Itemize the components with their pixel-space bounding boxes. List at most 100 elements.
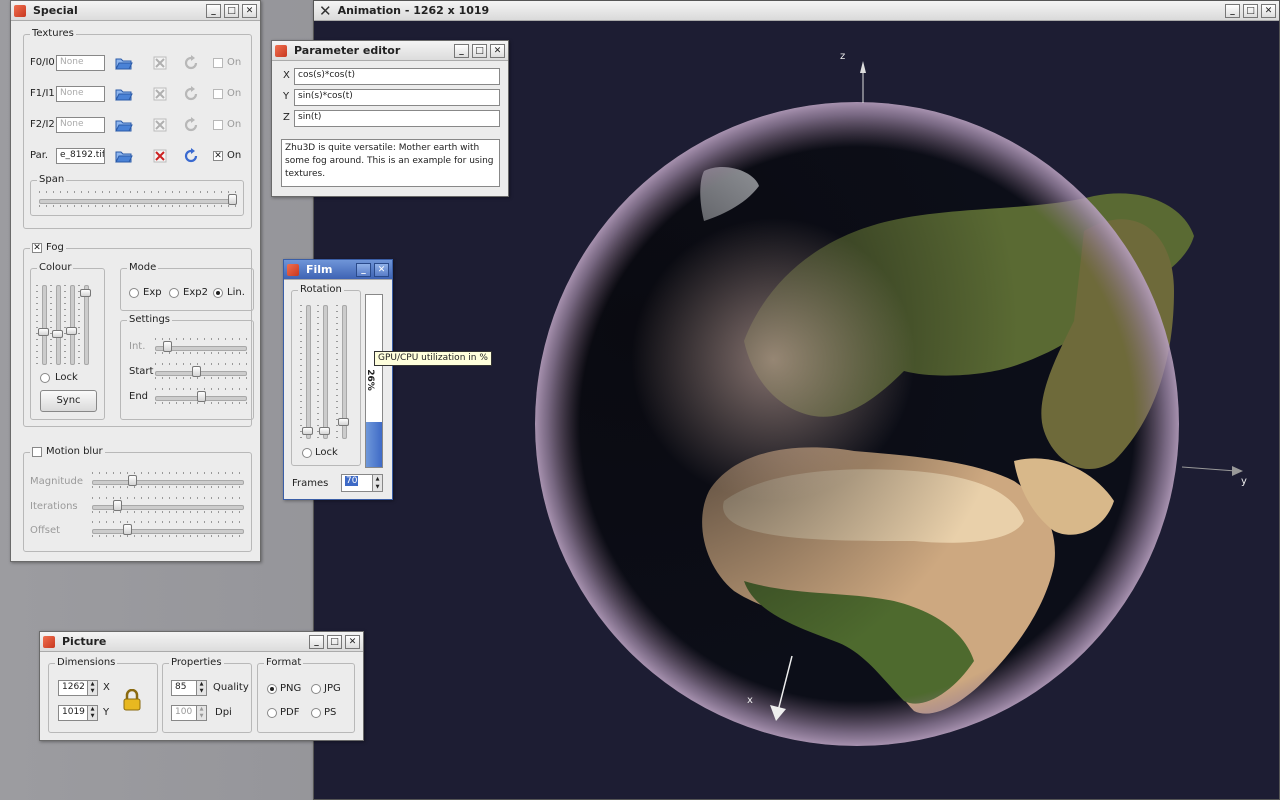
- texture-on-checkbox[interactable]: [213, 89, 223, 99]
- film-titlebar[interactable]: Film _ ✕: [284, 260, 392, 280]
- format-jpg-label: JPG: [324, 683, 341, 694]
- iterations-slider[interactable]: [92, 497, 244, 513]
- minimize-button[interactable]: _: [206, 3, 221, 18]
- texture-file-field[interactable]: None: [56, 55, 105, 71]
- texture-on-checkbox[interactable]: [213, 120, 223, 130]
- format-group: Format PNG JPG PDF PS: [257, 657, 355, 733]
- folder-open-icon[interactable]: [115, 56, 133, 70]
- minimize-button[interactable]: _: [1225, 3, 1240, 18]
- span-slider-knob[interactable]: [228, 194, 237, 205]
- format-png-radio[interactable]: [267, 684, 277, 694]
- y-param-field[interactable]: sin(s)*cos(t): [294, 89, 500, 106]
- colour-slider[interactable]: [50, 285, 64, 365]
- texture-on-checkbox[interactable]: [213, 58, 223, 68]
- rotation-slider-knob[interactable]: [319, 427, 330, 436]
- colour-slider-knob[interactable]: [66, 326, 77, 335]
- quality-spinbox[interactable]: 85 ▲ ▼: [171, 680, 207, 696]
- colour-slider-knob[interactable]: [38, 328, 49, 337]
- colour-slider-knob[interactable]: [80, 288, 91, 297]
- end-slider[interactable]: [155, 388, 247, 404]
- folder-open-icon[interactable]: [115, 118, 133, 132]
- iterations-slider-knob[interactable]: [113, 500, 123, 511]
- z-param-field[interactable]: sin(t): [294, 110, 500, 127]
- end-slider-knob[interactable]: [196, 391, 206, 402]
- reload-icon[interactable]: [182, 117, 200, 132]
- motion-blur-checkbox[interactable]: [32, 446, 42, 457]
- iterations-label: Iterations: [30, 501, 78, 512]
- rotation-lock-radio[interactable]: [302, 448, 312, 458]
- colour-slider[interactable]: [78, 285, 92, 365]
- close-button[interactable]: ✕: [242, 3, 257, 18]
- picture-titlebar[interactable]: Picture _ □ ✕: [40, 632, 363, 652]
- int-slider[interactable]: [155, 338, 247, 354]
- texture-on-checkbox[interactable]: ✕: [213, 151, 223, 161]
- folder-open-icon[interactable]: [115, 87, 133, 101]
- x-param-field[interactable]: cos(s)*cos(t): [294, 68, 500, 85]
- clear-texture-icon[interactable]: [151, 118, 169, 132]
- special-titlebar[interactable]: Special _ □ ✕: [11, 1, 260, 21]
- magnitude-slider-knob[interactable]: [127, 475, 137, 486]
- mode-exp-radio[interactable]: [129, 288, 139, 298]
- close-button[interactable]: ✕: [490, 43, 505, 58]
- dpi-spinbox[interactable]: 100 ▲ ▼: [171, 705, 207, 721]
- parameter-editor-titlebar[interactable]: Parameter editor _ □ ✕: [272, 41, 508, 61]
- maximize-button[interactable]: □: [472, 43, 487, 58]
- texture-file-field[interactable]: None: [56, 117, 105, 133]
- int-slider-knob[interactable]: [163, 341, 173, 352]
- rotation-slider[interactable]: [317, 305, 331, 439]
- height-stepper[interactable]: ▲ ▼: [87, 705, 98, 721]
- span-slider[interactable]: [39, 191, 237, 207]
- texture-file-field[interactable]: e_8192.tif: [56, 148, 105, 164]
- clear-texture-icon[interactable]: [151, 149, 169, 163]
- reload-icon[interactable]: [182, 55, 200, 70]
- sync-button[interactable]: Sync: [40, 390, 97, 412]
- maximize-button[interactable]: □: [327, 634, 342, 649]
- quality-stepper[interactable]: ▲ ▼: [196, 680, 207, 696]
- maximize-button[interactable]: □: [224, 3, 239, 18]
- reload-icon[interactable]: [182, 86, 200, 101]
- reload-icon[interactable]: [182, 148, 200, 163]
- description-text[interactable]: Zhu3D is quite versatile: Mother earth w…: [281, 139, 500, 187]
- rotation-slider[interactable]: [300, 305, 314, 439]
- rotation-slider-knob[interactable]: [302, 427, 313, 436]
- offset-slider[interactable]: [92, 521, 244, 537]
- frames-stepper[interactable]: ▲ ▼: [372, 474, 383, 492]
- frames-spinbox[interactable]: 70 ▲ ▼: [341, 474, 383, 492]
- close-button[interactable]: ✕: [374, 262, 389, 277]
- mode-lin-radio[interactable]: [213, 288, 223, 298]
- format-ps-radio[interactable]: [311, 708, 321, 718]
- minimize-button[interactable]: _: [454, 43, 469, 58]
- offset-slider-knob[interactable]: [123, 524, 133, 535]
- clear-texture-icon[interactable]: [151, 56, 169, 70]
- colour-slider[interactable]: [36, 285, 50, 365]
- format-pdf-radio[interactable]: [267, 708, 277, 718]
- height-spinbox[interactable]: 1019 ▲ ▼: [58, 705, 98, 721]
- width-spinbox[interactable]: 1262 ▲ ▼: [58, 680, 98, 696]
- rotation-slider-knob[interactable]: [338, 418, 349, 427]
- width-stepper[interactable]: ▲ ▼: [87, 680, 98, 696]
- colour-slider-knob[interactable]: [52, 329, 63, 338]
- clear-texture-icon[interactable]: [151, 87, 169, 101]
- close-button[interactable]: ✕: [345, 634, 360, 649]
- close-button[interactable]: ✕: [1261, 3, 1276, 18]
- start-slider-knob[interactable]: [192, 366, 202, 377]
- x-close-icon[interactable]: ✕: [319, 2, 332, 20]
- animation-titlebar[interactable]: ✕ Animation - 1262 x 1019 _ □ ✕: [314, 1, 1279, 21]
- padlock-icon[interactable]: [122, 689, 142, 711]
- colour-lock-radio[interactable]: [40, 373, 50, 383]
- minimize-button[interactable]: _: [309, 634, 324, 649]
- maximize-button[interactable]: □: [1243, 3, 1258, 18]
- texture-file-field[interactable]: None: [56, 86, 105, 102]
- magnitude-slider[interactable]: [92, 472, 244, 488]
- mode-exp2-radio[interactable]: [169, 288, 179, 298]
- dpi-value: 100: [175, 707, 193, 717]
- fog-checkbox[interactable]: ✕: [32, 242, 42, 253]
- format-jpg-radio[interactable]: [311, 684, 321, 694]
- end-label: End: [129, 391, 149, 402]
- start-slider[interactable]: [155, 363, 247, 379]
- rotation-slider[interactable]: [336, 305, 350, 439]
- folder-open-icon[interactable]: [115, 149, 133, 163]
- minimize-button[interactable]: _: [356, 262, 371, 277]
- dpi-stepper[interactable]: ▲ ▼: [196, 705, 207, 721]
- colour-slider[interactable]: [64, 285, 78, 365]
